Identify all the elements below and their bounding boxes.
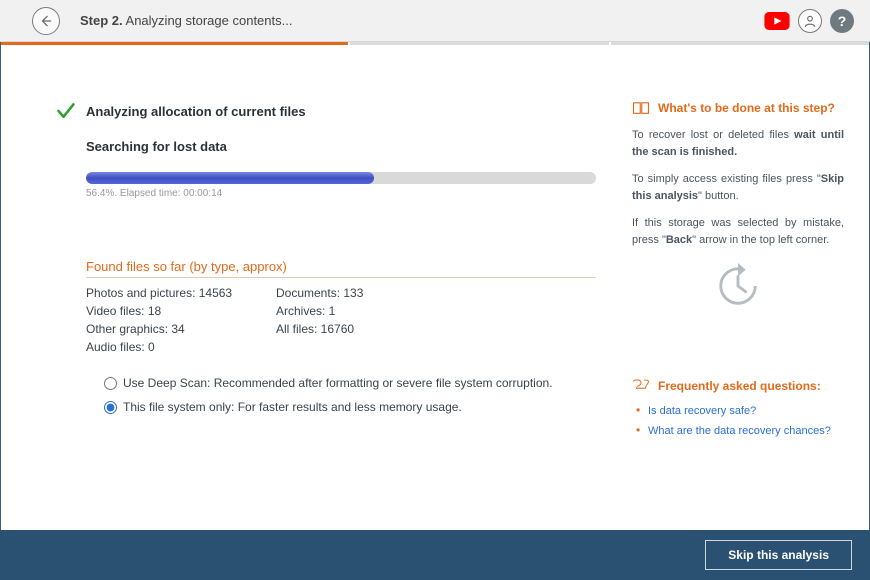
faq-link-safe[interactable]: Is data recovery safe?: [648, 405, 756, 417]
footer-bar: Skip this analysis: [0, 530, 870, 580]
scan-progress-bar: [86, 172, 596, 184]
help-button[interactable]: ?: [830, 9, 854, 33]
user-icon: [803, 14, 817, 28]
account-button[interactable]: [798, 9, 822, 33]
step-number: Step 2.: [80, 13, 123, 28]
youtube-icon[interactable]: [764, 12, 790, 30]
faq-link-chances[interactable]: What are the data recovery chances?: [648, 425, 831, 437]
step-title: Step 2. Analyzing storage contents...: [80, 13, 292, 28]
step-subtitle: Analyzing storage contents...: [126, 13, 293, 28]
back-button[interactable]: [32, 7, 60, 35]
header-bar: Step 2. Analyzing storage contents... ?: [0, 0, 870, 42]
skip-analysis-button[interactable]: Skip this analysis: [705, 540, 852, 570]
arrow-left-icon: [39, 14, 53, 28]
help-icon: ?: [838, 13, 847, 29]
